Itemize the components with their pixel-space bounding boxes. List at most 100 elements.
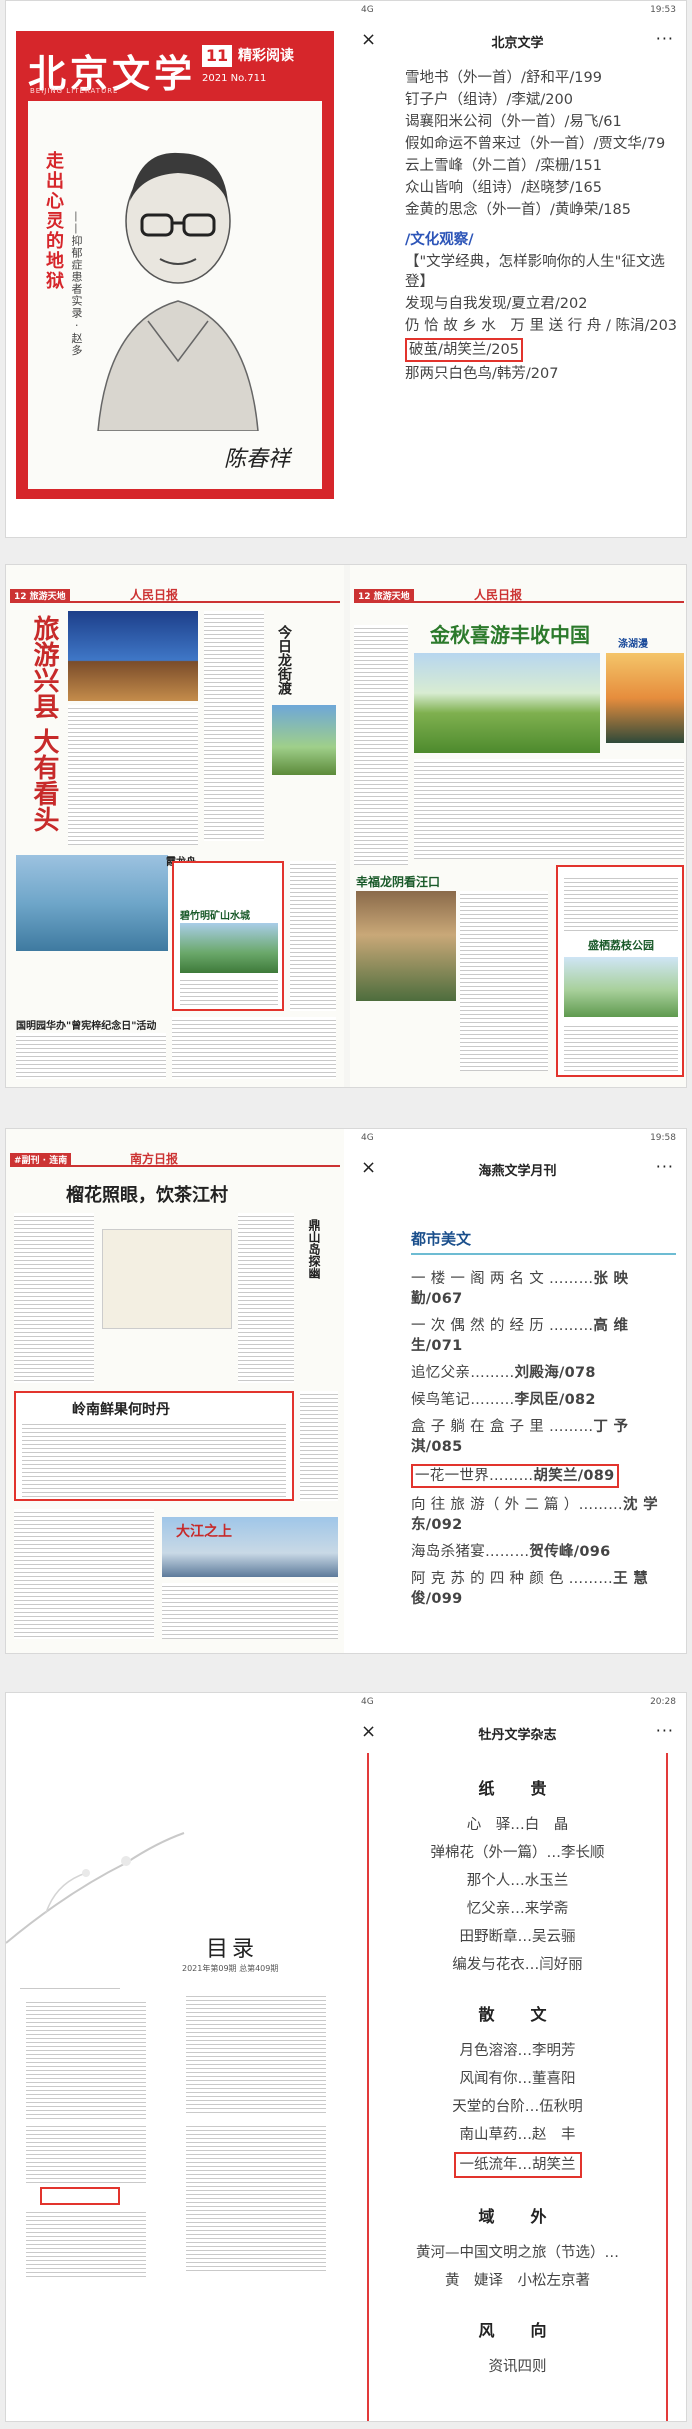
contents-title: 目录 [206, 1937, 259, 1962]
more-icon[interactable]: ··· [656, 1721, 674, 1740]
contents-column [26, 2209, 146, 2279]
list-item: 【"文学经典，怎样影响你的人生"征文选登】 [405, 254, 665, 290]
cover-signature: 陈春祥 [224, 447, 291, 472]
highlighted-entry: 破茧/胡笑兰/205 [405, 338, 523, 362]
article-text [204, 611, 264, 841]
nav-title[interactable]: 牡丹文学杂志 [347, 1724, 686, 1743]
page-masthead: #副刊 · 连南 南方日报 [10, 1152, 340, 1167]
list-item: 风闻有你…董喜阳 [459, 2071, 576, 2087]
highlighted-entry [40, 2187, 120, 2205]
cover-portrait [97, 152, 259, 431]
section-heading: 散 文 [478, 2005, 557, 2024]
cover-issue-number: 11 [202, 45, 232, 67]
phone-screen-3: 4G 19:58 × 海燕文学月刊 ··· 都市美文 一 楼 一 阁 两 名 文… [347, 1129, 686, 1653]
cover-issue-year: 2021 No.711 [202, 73, 267, 84]
list-item: 月色溶溶…李明芳 [459, 2043, 576, 2059]
nav-bar: × 海燕文学月刊 ··· [347, 1151, 686, 1185]
toc-list: 雪地书（外一首）/舒和平/199 钉子户（组诗）/李斌/200 谒襄阳米公祠（外… [405, 67, 678, 385]
page-masthead: 12 旅游天地 人民日报 [354, 588, 684, 603]
cover-vertical-subtitle: ——抑郁症患者实录 · 赵多 [70, 211, 83, 357]
more-icon[interactable]: ··· [656, 1157, 674, 1176]
list-item: 雪地书（外一首）/舒和平/199 [405, 70, 602, 86]
section-heading: 风 向 [478, 2321, 557, 2340]
article-text [162, 1583, 338, 1639]
article-text [180, 977, 278, 1007]
list-item: 资讯四则 [488, 2359, 547, 2375]
article-text [16, 1033, 166, 1079]
section-tag: #副刊 · 连南 [10, 1153, 72, 1166]
article-title: 幸福龙阴看汪口 [356, 875, 441, 889]
nav-title[interactable]: 海燕文学月刊 [347, 1160, 686, 1179]
photo-mountain [180, 923, 278, 973]
status-bar: 4G 19:53 [347, 5, 686, 19]
contents-subtitle: 2021年第09期 总第409期 [182, 1964, 279, 1973]
list-item: 弹棉花（外一篇）…李长顺 [430, 1845, 605, 1861]
photo-green-field [414, 653, 600, 753]
magazine-contents-page: 目录 2021年第09期 总第409期 [6, 1693, 344, 2421]
section-tag: 12 旅游天地 [10, 589, 70, 602]
list-item: 金黄的思念（外一首）/黄峥荣/185 [405, 202, 631, 218]
section-heading: /文化观察/ [405, 232, 474, 248]
list-item: 黄河—中国文明之旅（节选）… [416, 2245, 619, 2261]
article-text [22, 1421, 286, 1497]
article-text [14, 1509, 154, 1639]
list-item: 一 次 偶 然 的 经 历 ………高 维 生/071 [411, 1318, 629, 1354]
article-text [14, 1213, 94, 1383]
contents-column [186, 2123, 326, 2273]
magazine-cover: 北京文学 BEIJING LITERATURE 11 精彩阅读 2021 No.… [6, 1, 344, 537]
newspaper-page-left: 12 旅游天地 人民日报 旅游兴县 大有看头 今日龙街渡 霞龙舟 碧竹明矿山水城… [6, 565, 344, 1087]
list-item: 一 楼 一 阁 两 名 文 ………张 映 勤/067 [411, 1271, 629, 1307]
article-text [68, 705, 198, 845]
paper-name: 人民日报 [474, 588, 523, 602]
highlighted-article: 岭南鲜果何时丹 [14, 1391, 294, 1501]
article-text [290, 861, 336, 1011]
list-item: 追忆父亲………刘殿海/078 [411, 1365, 596, 1381]
panel-haiyan-literature: #副刊 · 连南 南方日报 榴花照眼，饮茶江村 鼎山岛探幽 岭南鲜果何时丹 大江… [5, 1128, 687, 1654]
panel-mudan-literature: 目录 2021年第09期 总第409期 4G 20:28 × 牡丹文学杂志 ··… [5, 1692, 687, 2422]
contents-rule [20, 1985, 120, 1991]
page-masthead: 12 旅游天地 人民日报 [10, 588, 340, 603]
phone-screen-1: 4G 19:53 × 北京文学 ··· 雪地书（外一首）/舒和平/199 钉子户… [347, 1, 686, 537]
paper-name: 南方日报 [130, 1152, 179, 1166]
nav-title[interactable]: 北京文学 [347, 32, 686, 51]
more-icon[interactable]: ··· [656, 29, 674, 48]
highlighted-entry: 一花一世界………胡笑兰/089 [411, 1464, 619, 1488]
page-headline: 金秋喜游丰收中国 [430, 623, 590, 647]
toc-list: 都市美文 一 楼 一 阁 两 名 文 ………张 映 勤/067 一 次 偶 然 … [411, 1229, 676, 1612]
list-item: 仍 恰 故 乡 水 万 里 送 行 舟 / 陈涓/203 [405, 318, 678, 334]
list-item: 心 驿…白 晶 [466, 1817, 569, 1833]
photo-night-city [68, 611, 198, 701]
article-text [460, 891, 548, 1071]
contents-column [26, 2123, 146, 2183]
list-item: 那两只白色鸟/韩芳/207 [405, 366, 559, 382]
photo-village [356, 891, 456, 1001]
column-title: 今日龙街渡 [276, 625, 292, 695]
nav-bar: × 牡丹文学杂志 ··· [347, 1715, 686, 1749]
list-item: 田野断章…吴云骊 [459, 1929, 576, 1945]
panel-newspaper-travel: 12 旅游天地 人民日报 旅游兴县 大有看头 今日龙街渡 霞龙舟 碧竹明矿山水城… [5, 564, 687, 1088]
list-item: 谒襄阳米公祠（外一首）/易飞/61 [405, 114, 622, 130]
panel-beijing-literature: 北京文学 BEIJING LITERATURE 11 精彩阅读 2021 No.… [5, 0, 687, 538]
nav-bar: × 北京文学 ··· [347, 23, 686, 57]
article-title: 碧竹明矿山水城 [180, 911, 250, 922]
list-item: 海岛杀猪宴………贺传峰/096 [411, 1544, 611, 1560]
article-text [414, 759, 684, 859]
list-item: 盒 子 躺 在 盒 子 里 ………丁 予 淇/085 [411, 1419, 629, 1455]
article-title: 盛栖荔枝公园 [588, 939, 654, 952]
list-item: 编发与花衣…闫好丽 [452, 1957, 583, 1973]
toc-list: 纸 贵 心 驿…白 晶 弹棉花（外一篇）…李长顺 那个人…水玉兰 忆父亲…来学斋… [347, 1765, 686, 2381]
article-title: 大江之上 [176, 1524, 232, 1540]
cover-vertical-title: 走出心灵的地狱 [43, 151, 64, 291]
phone-screen-4: 4G 20:28 × 牡丹文学杂志 ··· 纸 贵 心 驿…白 晶 弹棉花（外一… [347, 1693, 686, 2421]
photo-park [564, 957, 678, 1017]
article-text [564, 875, 678, 933]
list-item: 向 往 旅 游（ 外 二 篇 ）………沈 学 东/092 [411, 1497, 658, 1533]
signal-text: 4G [361, 1697, 374, 1707]
photo-caption: 涤湖漫 [618, 639, 648, 650]
article-text [564, 1023, 678, 1073]
page-headline: 榴花照眼，饮茶江村 [66, 1185, 228, 1206]
highlighted-article: 碧竹明矿山水城 [172, 861, 284, 1011]
newspaper-page-column: #副刊 · 连南 南方日报 榴花照眼，饮茶江村 鼎山岛探幽 岭南鲜果何时丹 大江… [6, 1129, 344, 1653]
highlighted-entry: 一纸流年…胡笑兰 [453, 2152, 582, 2178]
section-heading: 域 外 [478, 2207, 557, 2226]
